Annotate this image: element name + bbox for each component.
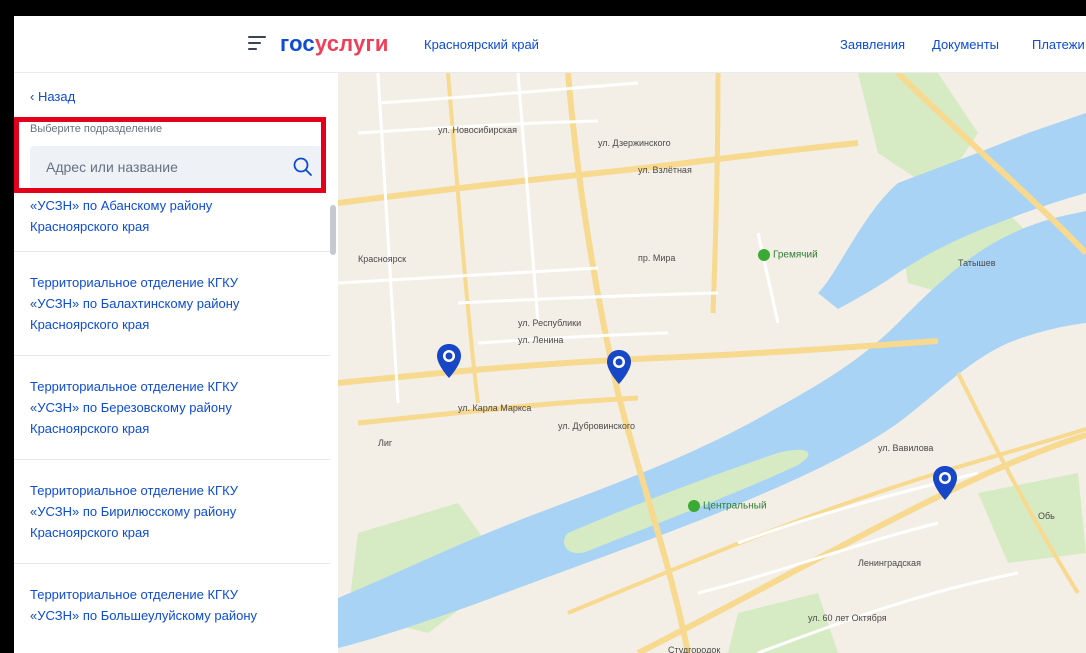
region-selector[interactable]: Красноярский край xyxy=(424,37,539,52)
browser-viewport: госуслуги Красноярский край Заявления До… xyxy=(14,16,1086,653)
map-street-label: ул. Республики xyxy=(518,318,582,328)
list-item-line: «УСЗН» по Балахтинскому району xyxy=(30,296,240,311)
logo-part-gos: гос xyxy=(280,31,315,56)
list-item-line: Красноярского края xyxy=(30,317,150,332)
map-street-label: пр. Мира xyxy=(638,253,676,263)
map-pin-icon[interactable] xyxy=(436,343,462,379)
list-item[interactable]: Территориальное отделение КГКУ «УСЗН» по… xyxy=(14,564,330,640)
nav-payments[interactable]: Платежи xyxy=(1032,37,1085,52)
list-item-line: Территориальное отделение КГКУ xyxy=(30,587,239,602)
list-item-line: Красноярского края xyxy=(30,525,150,540)
map-street-label: ул. Вавилова xyxy=(878,443,934,453)
map-street-label: ул. Дзержинского xyxy=(598,138,671,148)
map-street-label: ул. Ленина xyxy=(518,335,564,345)
search-icon[interactable] xyxy=(292,156,314,178)
map-pin-icon[interactable] xyxy=(932,465,958,501)
list-item-line: «УСЗН» по Бирилюсскому району xyxy=(30,504,237,519)
search-input[interactable] xyxy=(30,146,286,188)
division-list: «УСЗН» по Абанскому району Красноярского… xyxy=(14,195,330,640)
map-street-label: ул. Новосибирская xyxy=(438,125,517,135)
list-item[interactable]: Территориальное отделение КГКУ «УСЗН» по… xyxy=(14,252,330,356)
list-scrollbar[interactable] xyxy=(330,205,336,255)
list-item-line: Территориальное отделение КГКУ xyxy=(30,379,239,394)
nav-documents[interactable]: Документы xyxy=(932,37,999,52)
site-header: госуслуги Красноярский край Заявления До… xyxy=(14,16,1086,73)
gosuslugi-logo[interactable]: госуслуги xyxy=(280,31,389,57)
list-item[interactable]: Территориальное отделение КГКУ «УСЗН» по… xyxy=(14,460,330,564)
list-item-line: Красноярского края xyxy=(30,219,150,234)
map-street-label: Ленинградская xyxy=(858,558,921,568)
park-poi[interactable]: Гремячий xyxy=(758,249,818,261)
map-street-label: Студгородок xyxy=(668,645,721,653)
hamburger-menu-icon[interactable] xyxy=(248,36,266,52)
search-box xyxy=(30,146,322,188)
list-item-line: «УСЗН» по Большеулуйскому району xyxy=(30,608,257,623)
park-icon xyxy=(758,249,770,261)
map-street-label: ул. Карла Маркса xyxy=(458,403,532,413)
list-item-line: Красноярского края xyxy=(30,421,150,436)
map-street-label: Обь xyxy=(1038,511,1055,521)
list-item-line: «УСЗН» по Березовскому району xyxy=(30,400,232,415)
map-street-label: ул. Дубровинского xyxy=(558,421,636,431)
list-item-line: Территориальное отделение КГКУ xyxy=(30,275,239,290)
map-street-label: ул. 60 лет Октября xyxy=(808,613,887,623)
nav-applications[interactable]: Заявления xyxy=(840,37,905,52)
logo-part-uslugi: услуги xyxy=(314,31,389,56)
list-item[interactable]: «УСЗН» по Абанскому району Красноярского… xyxy=(14,195,330,252)
central-poi[interactable]: Центральный xyxy=(688,500,767,512)
sidebar: ‹ Назад Выберите подразделение «УСЗН» по… xyxy=(14,73,338,653)
map-pin-icon[interactable] xyxy=(606,349,632,385)
map-street-label: Красноярск xyxy=(358,254,407,264)
list-item-line: «УСЗН» по Абанскому району xyxy=(30,198,213,213)
park-icon xyxy=(688,500,700,512)
map-street-label: Лиг xyxy=(378,438,393,448)
map[interactable]: ул. Новосибирская ул. Дзержинского ул. В… xyxy=(338,73,1086,653)
list-item-line: Территориальное отделение КГКУ xyxy=(30,483,239,498)
list-item[interactable]: Территориальное отделение КГКУ «УСЗН» по… xyxy=(14,356,330,460)
map-street-label: ул. Взлётная xyxy=(638,165,692,175)
back-link[interactable]: ‹ Назад xyxy=(30,89,75,104)
select-division-label: Выберите подразделение xyxy=(30,123,163,135)
map-street-label: Татышев xyxy=(958,258,996,268)
